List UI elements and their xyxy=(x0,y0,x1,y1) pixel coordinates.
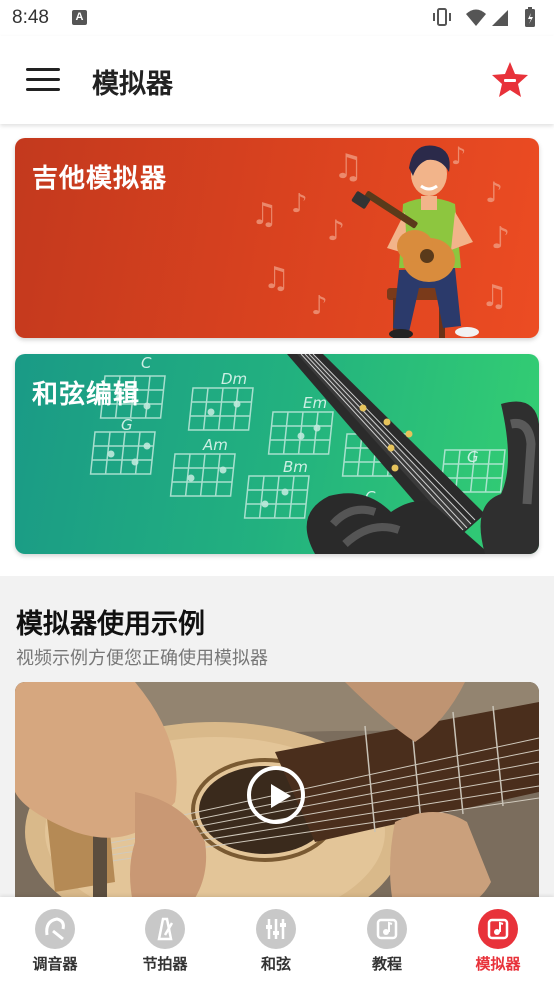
examples-section: 模拟器使用示例 视频示例方便您正确使用模拟器 xyxy=(0,576,554,912)
tab-tuner[interactable]: 调音器 xyxy=(0,897,110,984)
sim-notification-icon: A xyxy=(72,10,87,25)
page-title: 模拟器 xyxy=(92,69,173,100)
chord-name: G xyxy=(467,448,479,466)
chord-name: Am xyxy=(202,436,228,454)
tab-label: 调音器 xyxy=(32,955,78,973)
tab-label: 教程 xyxy=(371,955,402,973)
music-notes-decoration: ♫ ♫ ♪ ♪ ♫ ♪ ♪ ♪ ♫ ♪ xyxy=(251,142,510,321)
status-time: 8:48 xyxy=(12,7,49,28)
chord-icon xyxy=(256,909,296,949)
signal-icon xyxy=(492,10,508,26)
svg-text:♫: ♫ xyxy=(251,197,278,232)
svg-text:♫: ♫ xyxy=(481,279,508,314)
simulator-section: 吉他模拟器 ♫ ♫ ♪ ♪ ♫ ♪ ♪ ♪ ♫ ♪ 和弦编辑 C Dm G Em… xyxy=(0,124,554,576)
tab-simulator[interactable]: 模拟器 xyxy=(443,897,553,984)
tab-metronome[interactable]: 节拍器 xyxy=(110,897,220,984)
tab-tutorial[interactable]: 教程 xyxy=(332,897,442,984)
svg-text:♪: ♪ xyxy=(311,291,328,321)
favorite-star-icon[interactable] xyxy=(490,60,530,100)
tab-label: 模拟器 xyxy=(475,955,521,973)
svg-text:♪: ♪ xyxy=(491,221,510,256)
metronome-icon xyxy=(145,909,185,949)
vibrate-icon xyxy=(433,8,451,26)
svg-text:♪: ♪ xyxy=(451,142,466,170)
examples-subtitle: 视频示例方便您正确使用模拟器 xyxy=(16,648,268,669)
play-icon[interactable] xyxy=(247,766,305,824)
guitar-simulator-card[interactable]: 吉他模拟器 ♫ ♫ ♪ ♪ ♫ ♪ ♪ ♪ ♫ ♪ xyxy=(15,138,539,338)
tuner-icon xyxy=(35,909,75,949)
example-video-thumbnail[interactable] xyxy=(15,682,539,912)
svg-text:♪: ♪ xyxy=(291,189,308,219)
chord-grid xyxy=(89,431,156,475)
wifi-icon xyxy=(466,9,486,26)
bottom-tab-bar: 调音器 节拍器 和弦 教程 模拟器 xyxy=(0,897,554,984)
tutorial-icon xyxy=(367,909,407,949)
examples-title: 模拟器使用示例 xyxy=(16,609,205,640)
chord-name: C xyxy=(141,354,152,372)
chord-grid xyxy=(187,387,254,431)
chord-grid xyxy=(169,453,236,497)
status-bar: 8:48 A xyxy=(0,0,554,36)
chord-edit-label: 和弦编辑 xyxy=(32,380,141,410)
svg-text:♫: ♫ xyxy=(333,147,363,187)
svg-text:♪: ♪ xyxy=(485,176,503,209)
guitar-simulator-label: 吉他模拟器 xyxy=(32,164,168,194)
chord-name: Dm xyxy=(221,370,247,388)
tab-label: 和弦 xyxy=(260,955,291,973)
status-icons xyxy=(433,7,535,27)
chord-edit-card[interactable]: 和弦编辑 C Dm G Em Am Bm C G xyxy=(15,354,539,554)
chord-name: G xyxy=(121,416,133,434)
simulator-icon xyxy=(478,909,518,949)
battery-icon xyxy=(525,7,535,27)
app-bar: 模拟器 xyxy=(0,36,554,124)
chord-grid xyxy=(243,475,310,519)
svg-text:♪: ♪ xyxy=(327,214,345,247)
svg-text:♫: ♫ xyxy=(263,261,290,296)
chord-name: Em xyxy=(303,394,327,412)
chord-name: Bm xyxy=(283,458,308,476)
tab-label: 节拍器 xyxy=(142,955,188,973)
tab-chord[interactable]: 和弦 xyxy=(221,897,331,984)
menu-icon[interactable] xyxy=(26,68,60,92)
